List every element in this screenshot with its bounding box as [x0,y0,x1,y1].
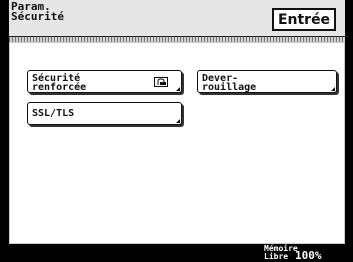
control-panel-screen: Param. Sécurité Entrée Sécurité renforcé… [9,0,345,262]
free-memory-label: Mémoire Libre [264,244,298,261]
lock-icon [154,77,168,87]
header-bar: Param. Sécurité Entrée [9,0,345,36]
enter-button[interactable]: Entrée [272,8,336,31]
ssl-tls-button[interactable]: SSL/TLS [27,102,182,125]
status-bar: Mémoire Libre 100% [9,244,345,262]
page-title: Param. Sécurité [11,0,64,23]
corner-indicator-icon [176,87,180,91]
corner-indicator-icon [176,119,180,123]
enhanced-security-button[interactable]: Sécurité renforcée [27,70,182,93]
free-memory-value: 100% [295,249,322,262]
ssl-tls-label: SSL/TLS [32,108,75,119]
enhanced-security-label: Sécurité renforcée [32,73,87,93]
options-panel: Sécurité renforcée Dever- rouillage SSL/… [9,42,345,244]
unlock-button[interactable]: Dever- rouillage [197,70,337,93]
unlock-label: Dever- rouillage [202,73,257,93]
corner-indicator-icon [331,87,335,91]
